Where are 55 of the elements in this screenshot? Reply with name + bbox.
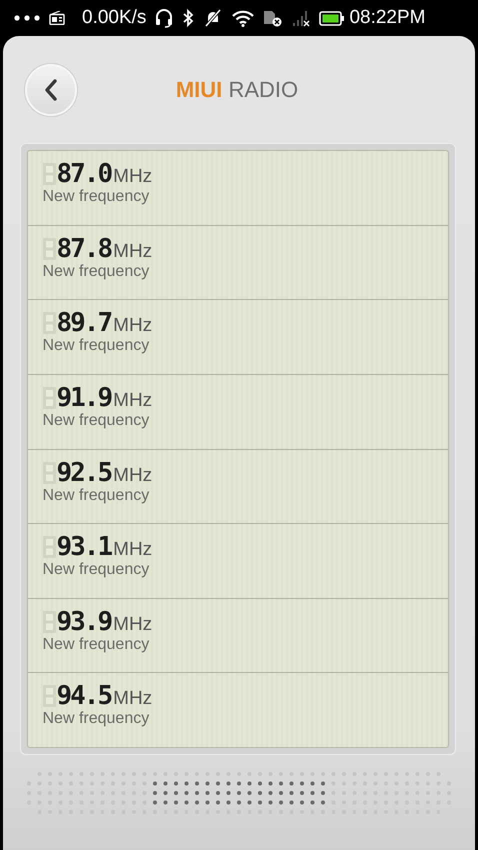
frequency-value: 94.5 (56, 683, 112, 710)
station-item[interactable]: 91.9MHz New frequency (28, 374, 448, 450)
more-icon (14, 15, 40, 21)
station-label: New frequency (42, 188, 150, 206)
frequency-value: 93.9 (56, 608, 112, 635)
frequency-value: 92.5 (56, 460, 112, 486)
network-speed: 0.00K/s (82, 7, 146, 29)
station-item[interactable]: 94.5MHz New frequency (28, 673, 448, 747)
frequency-unit: MHz (113, 167, 152, 187)
frequency-value: 87.8 (56, 236, 112, 262)
frequency-unit: MHz (113, 466, 152, 486)
station-item[interactable]: 93.9MHz New frequency (28, 598, 448, 674)
muted-bell-icon (203, 9, 224, 27)
app-title-brand: MIUI (176, 76, 222, 102)
lcd-digit-icon (42, 610, 56, 633)
clock: 08:22PM (349, 7, 426, 29)
frequency-unit: MHz (113, 390, 152, 411)
frequency-unit: MHz (113, 614, 152, 635)
station-item[interactable]: 87.0MHz New frequency (28, 151, 448, 226)
frequency-unit: MHz (113, 242, 152, 262)
station-item[interactable]: 92.5MHz New frequency (28, 450, 448, 524)
back-icon (44, 78, 58, 102)
frequency-unit: MHz (113, 316, 152, 336)
station-label: New frequency (42, 636, 150, 654)
station-label: New frequency (42, 337, 150, 356)
bluetooth-icon (182, 9, 194, 27)
station-label: New frequency (42, 412, 150, 430)
frequency-value: 93.1 (56, 534, 112, 560)
lcd-digit-icon (42, 312, 56, 334)
radio-icon (49, 11, 65, 25)
frequency-value: 89.7 (56, 310, 112, 336)
lcd-digit-icon (42, 238, 56, 260)
headphones-icon (155, 8, 174, 28)
station-label: New frequency (42, 262, 150, 281)
lcd-digit-icon (42, 685, 56, 708)
frequency-value: 91.9 (56, 384, 112, 411)
station-item[interactable]: 87.8MHz New frequency (28, 226, 448, 300)
station-label: New frequency (42, 710, 150, 728)
lcd-digit-icon (42, 536, 56, 558)
back-button[interactable] (25, 64, 77, 116)
signal-icon (292, 10, 310, 26)
station-item[interactable]: 93.1MHz New frequency (28, 524, 448, 599)
app-title: RADIO (228, 76, 298, 102)
station-item[interactable]: 89.7MHz New frequency (28, 300, 448, 375)
station-label: New frequency (42, 561, 150, 580)
sim-card-icon (263, 10, 284, 26)
lcd-digit-icon (42, 163, 56, 185)
station-label: New frequency (42, 486, 150, 504)
lcd-digit-icon (42, 386, 56, 409)
lcd-digit-icon (42, 462, 56, 484)
wifi-icon (232, 10, 254, 26)
frequency-unit: MHz (113, 689, 152, 710)
frequency-value: 87.0 (56, 161, 112, 187)
battery-icon (319, 10, 346, 26)
frequency-unit: MHz (113, 540, 152, 560)
